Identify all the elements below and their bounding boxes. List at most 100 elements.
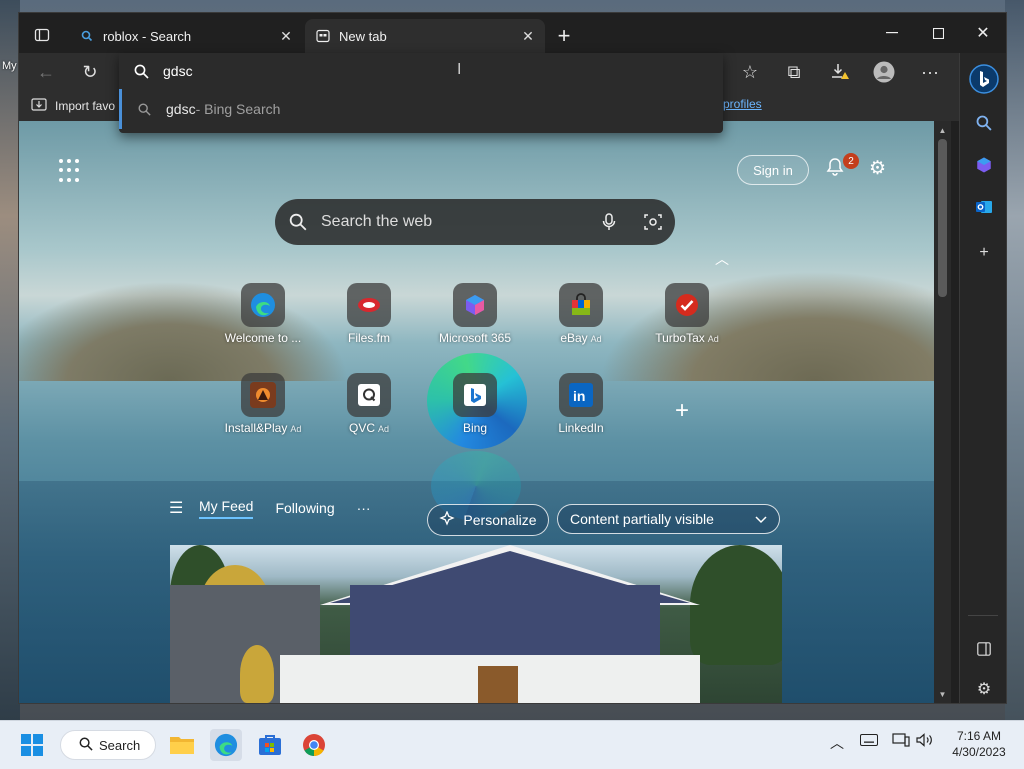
tile-qvc[interactable]: QVC Ad xyxy=(323,373,415,435)
close-tab-icon[interactable]: ✕ xyxy=(517,28,539,45)
house-door xyxy=(475,663,521,703)
suggestion-item[interactable]: gdsc - Bing Search xyxy=(119,89,726,129)
maximize-icon[interactable] xyxy=(915,13,961,53)
microphone-icon[interactable] xyxy=(587,213,631,231)
personalize-label: Personalize xyxy=(463,512,537,528)
scroll-thumb[interactable] xyxy=(938,139,947,297)
web-search-box[interactable]: Search the web xyxy=(275,199,675,245)
profile-avatar-icon[interactable] xyxy=(869,57,899,87)
scroll-up-arrow-icon[interactable]: ▲ xyxy=(934,123,951,137)
tile-linkedin[interactable]: in LinkedIn xyxy=(535,373,627,435)
tile-bing[interactable]: Bing xyxy=(429,373,521,435)
text-cursor-icon: I xyxy=(457,61,462,78)
search-icon xyxy=(275,213,321,231)
address-input-value[interactable]: gdsc xyxy=(163,63,193,79)
favorites-star-icon[interactable]: ☆ xyxy=(735,57,765,87)
sidebar-settings-gear-icon[interactable]: ⚙ xyxy=(968,673,1000,703)
bing-chat-icon[interactable] xyxy=(968,63,1000,95)
add-shortcut-icon[interactable]: + xyxy=(675,397,689,425)
ebay-icon xyxy=(559,283,603,327)
search-icon[interactable] xyxy=(968,107,1000,139)
search-icon xyxy=(122,103,166,116)
tile-turbotax[interactable]: TurboTax Ad xyxy=(641,283,733,345)
tab-title: roblox - Search xyxy=(103,28,192,44)
outlook-icon[interactable] xyxy=(968,191,1000,223)
content-visibility-value: Content partially visible xyxy=(570,511,714,527)
windows-start-icon[interactable] xyxy=(16,729,48,761)
microsoft-365-icon[interactable] xyxy=(968,149,1000,181)
downloads-warning-icon[interactable] xyxy=(825,57,855,87)
import-favorites-button[interactable]: Import favo xyxy=(31,97,115,114)
bing-icon xyxy=(453,373,497,417)
install-play-icon xyxy=(241,373,285,417)
chevron-up-icon[interactable]: ︿ xyxy=(715,249,729,269)
hide-sidebar-icon[interactable] xyxy=(968,633,1000,665)
browser-window: roblox - Search ✕ New tab ✕ + ✕ ← ↻ ☆ ⧉ … xyxy=(18,12,1007,704)
add-sidebar-app-icon[interactable]: + xyxy=(968,237,1000,269)
refresh-icon[interactable]: ↻ xyxy=(75,57,105,87)
tile-label: Bing xyxy=(462,421,488,435)
tile-label: eBay xyxy=(560,331,588,345)
import-label: Import favo xyxy=(55,98,116,113)
tile-welcome[interactable]: Welcome to ... xyxy=(217,283,309,345)
tile-label: Microsoft 365 xyxy=(438,331,512,345)
news-card-image[interactable] xyxy=(170,545,782,703)
tile-files-fm[interactable]: Files.fm xyxy=(323,283,415,345)
tab-actions-icon[interactable] xyxy=(27,21,57,49)
close-window-icon[interactable]: ✕ xyxy=(960,13,1006,53)
sign-in-button[interactable]: Sign in xyxy=(737,155,809,185)
close-tab-icon[interactable]: ✕ xyxy=(275,28,297,45)
taskbar-search-button[interactable]: Search xyxy=(60,730,156,760)
volume-icon[interactable] xyxy=(916,733,934,750)
menu-hamburger-icon[interactable]: ☰ xyxy=(169,498,199,518)
files-fm-icon xyxy=(347,283,391,327)
profiles-link[interactable]: profiles xyxy=(723,97,762,111)
tile-install-play[interactable]: Install&Play Ad xyxy=(217,373,309,435)
tab-my-feed[interactable]: My Feed xyxy=(199,498,254,519)
edge-icon xyxy=(241,283,285,327)
ad-badge: Ad xyxy=(707,334,719,344)
microsoft-store-icon[interactable] xyxy=(254,729,286,761)
tab-new-tab[interactable]: New tab ✕ xyxy=(305,19,545,53)
personalize-button[interactable]: Personalize xyxy=(427,504,549,536)
windows-taskbar: Search ︿ 7:16 AM 4/30/2023 xyxy=(0,720,1024,769)
collections-icon[interactable]: ⧉ xyxy=(779,57,809,87)
visual-search-icon[interactable] xyxy=(631,213,675,231)
search-placeholder: Search the web xyxy=(321,213,433,230)
tile-microsoft-365[interactable]: Microsoft 365 xyxy=(429,283,521,345)
page-scrollbar[interactable]: ▲ ▼ xyxy=(934,121,951,703)
address-bar[interactable]: gdsc I xyxy=(119,53,723,89)
tile-label: Install&Play xyxy=(224,421,288,435)
tile-ebay[interactable]: eBay Ad xyxy=(535,283,627,345)
notifications-bell-icon[interactable] xyxy=(825,157,845,182)
show-hidden-icons-chevron-icon[interactable]: ︿ xyxy=(830,733,844,753)
taskbar-clock[interactable]: 7:16 AM 4/30/2023 xyxy=(944,728,1014,760)
new-tab-page-icon xyxy=(315,28,331,44)
edge-taskbar-icon[interactable] xyxy=(210,729,242,761)
new-tab-plus-icon[interactable]: + xyxy=(551,23,577,49)
network-icon[interactable] xyxy=(892,733,910,750)
tile-label: Files.fm xyxy=(348,331,390,345)
back-icon[interactable]: ← xyxy=(31,57,61,87)
title-bar: roblox - Search ✕ New tab ✕ + ✕ xyxy=(19,13,1006,53)
page-settings-gear-icon[interactable]: ⚙ xyxy=(869,157,886,180)
settings-more-icon[interactable]: ··· xyxy=(915,57,945,87)
search-icon xyxy=(119,64,163,79)
tile-label: LinkedIn xyxy=(558,421,604,435)
content-visibility-dropdown[interactable]: Content partially visible xyxy=(557,504,780,534)
chrome-icon[interactable] xyxy=(298,729,330,761)
tab-roblox-search[interactable]: roblox - Search ✕ xyxy=(69,19,303,53)
tab-following[interactable]: Following xyxy=(275,500,334,516)
sidebar-divider xyxy=(968,615,998,616)
keyboard-icon[interactable] xyxy=(860,733,878,749)
file-explorer-icon[interactable] xyxy=(166,729,198,761)
minimize-icon[interactable] xyxy=(869,13,915,53)
more-options-icon[interactable]: ··· xyxy=(357,500,371,516)
sparkle-icon xyxy=(439,509,456,530)
tab-title: New tab xyxy=(339,28,387,44)
desktop-wallpaper-right xyxy=(1005,0,1024,720)
app-launcher-icon[interactable] xyxy=(59,159,83,183)
microsoft-365-icon xyxy=(453,283,497,327)
edge-sidebar: + ⚙ xyxy=(959,53,1006,703)
scroll-down-arrow-icon[interactable]: ▼ xyxy=(934,687,951,701)
